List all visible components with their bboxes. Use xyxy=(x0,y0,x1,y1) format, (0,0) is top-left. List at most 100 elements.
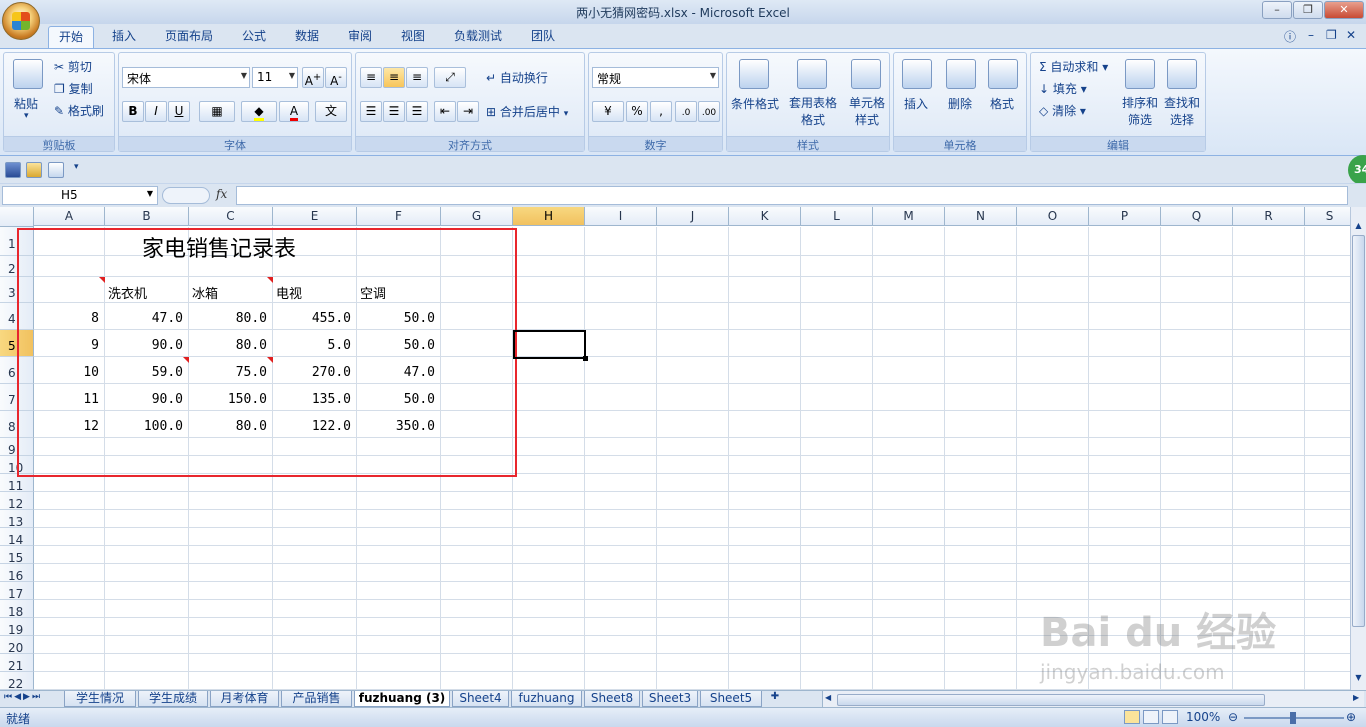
table-format-button[interactable]: 套用表格格式 xyxy=(785,95,841,129)
split-handle[interactable] xyxy=(1352,207,1365,221)
insert-function-button[interactable]: fx xyxy=(216,187,227,201)
maximize-button[interactable]: ❐ xyxy=(1293,1,1323,19)
tab-formulas[interactable]: 公式 xyxy=(234,26,274,48)
vertical-scrollbar[interactable]: ▲ ▼ xyxy=(1350,207,1366,690)
column-header-f[interactable]: F xyxy=(357,207,441,226)
column-header-i[interactable]: I xyxy=(585,207,657,226)
conditional-format-button[interactable]: 条件格式 xyxy=(731,95,779,112)
chevron-down-icon[interactable]: ▾ xyxy=(24,111,29,121)
column-header-s[interactable]: S xyxy=(1305,207,1350,226)
column-header-o[interactable]: O xyxy=(1017,207,1089,226)
customize-qat-icon[interactable]: ▾ xyxy=(74,162,79,172)
column-header-e[interactable]: E xyxy=(273,207,357,226)
column-header-g[interactable]: G xyxy=(441,207,513,226)
copy-button[interactable]: ❐ 复制 xyxy=(54,80,93,97)
sheet-tab[interactable]: Sheet8 xyxy=(584,691,640,707)
zoom-slider-thumb[interactable] xyxy=(1290,712,1296,724)
autosum-button[interactable]: Σ 自动求和 ▾ xyxy=(1039,58,1108,75)
insert-cells-icon[interactable] xyxy=(902,59,932,89)
name-box[interactable]: H5 ▼ xyxy=(2,186,158,205)
column-header-k[interactable]: K xyxy=(729,207,801,226)
decrease-indent-button[interactable]: ⇤ xyxy=(434,101,456,122)
grow-font-button[interactable]: A+ xyxy=(302,67,324,88)
row-header-15[interactable]: 15 xyxy=(0,546,34,565)
format-cells-button[interactable]: 格式 xyxy=(990,95,1014,112)
fill-color-button[interactable]: ◆ xyxy=(241,101,277,122)
column-header-c[interactable]: C xyxy=(189,207,273,226)
row-header-13[interactable]: 13 xyxy=(0,510,34,529)
number-format-select[interactable]: 常规 ▼ xyxy=(592,67,719,88)
tab-insert[interactable]: 插入 xyxy=(104,26,144,48)
phonetic-button[interactable]: 文 xyxy=(315,101,347,122)
sheet-nav-icon[interactable]: ⏮◀▶⏭ xyxy=(4,692,42,702)
decrease-decimal-button[interactable]: .00 xyxy=(698,101,720,122)
scroll-up-icon[interactable]: ▲ xyxy=(1352,221,1365,235)
font-color-button[interactable]: A xyxy=(279,101,309,122)
row-header-17[interactable]: 17 xyxy=(0,582,34,601)
column-header-j[interactable]: J xyxy=(657,207,729,226)
row-header-20[interactable]: 20 xyxy=(0,636,34,655)
normal-view-icon[interactable] xyxy=(1124,710,1140,724)
align-center-button[interactable]: ☰ xyxy=(383,101,405,122)
row-header-18[interactable]: 18 xyxy=(0,600,34,619)
align-left-button[interactable]: ☰ xyxy=(360,101,382,122)
sheet-tab[interactable]: Sheet4 xyxy=(452,691,509,707)
increase-decimal-button[interactable]: .0 xyxy=(675,101,697,122)
help-icon[interactable]: ⓘ xyxy=(1284,28,1296,45)
align-middle-button[interactable]: ≡ xyxy=(383,67,405,88)
formula-input[interactable] xyxy=(236,186,1348,205)
column-header-l[interactable]: L xyxy=(801,207,873,226)
align-bottom-button[interactable]: ≡ xyxy=(406,67,428,88)
delete-cells-icon[interactable] xyxy=(946,59,976,89)
comma-button[interactable]: , xyxy=(650,101,672,122)
zoom-in-icon[interactable]: ⊕ xyxy=(1346,710,1356,724)
binoculars-icon[interactable] xyxy=(1167,59,1197,89)
tab-home[interactable]: 开始 xyxy=(48,26,94,48)
close-button[interactable]: ✕ xyxy=(1324,1,1364,19)
row-header-21[interactable]: 21 xyxy=(0,654,34,673)
page-layout-view-icon[interactable] xyxy=(1143,710,1159,724)
wrap-text-button[interactable]: ↵ 自动换行 xyxy=(486,69,548,86)
border-button[interactable]: ▦ xyxy=(199,101,235,122)
print-icon[interactable] xyxy=(48,162,64,178)
insert-cells-button[interactable]: 插入 xyxy=(904,95,928,112)
ribbon-restore-button[interactable]: ❐ xyxy=(1326,28,1337,42)
insert-sheet-icon[interactable]: ✚ xyxy=(766,691,784,707)
currency-button[interactable]: ¥ xyxy=(592,101,624,122)
column-header-r[interactable]: R xyxy=(1233,207,1305,226)
save-icon[interactable] xyxy=(5,162,21,178)
row-header-14[interactable]: 14 xyxy=(0,528,34,547)
row-header-16[interactable]: 16 xyxy=(0,564,34,583)
column-header-h[interactable]: H xyxy=(513,207,585,226)
sheet-tab[interactable]: fuzhuang xyxy=(511,691,582,707)
italic-button[interactable]: I xyxy=(145,101,167,122)
paste-icon[interactable] xyxy=(13,59,43,89)
align-top-button[interactable]: ≡ xyxy=(360,67,382,88)
percent-button[interactable]: % xyxy=(626,101,648,122)
minimize-button[interactable]: – xyxy=(1262,1,1292,19)
shrink-font-button[interactable]: A- xyxy=(325,67,347,88)
tab-data[interactable]: 数据 xyxy=(287,26,327,48)
column-header-m[interactable]: M xyxy=(873,207,945,226)
table-format-icon[interactable] xyxy=(797,59,827,89)
tab-load-test[interactable]: 负载测试 xyxy=(446,26,510,48)
sort-filter-button[interactable]: 排序和筛选 xyxy=(1119,95,1161,129)
format-cells-icon[interactable] xyxy=(988,59,1018,89)
clear-button[interactable]: ◇ 清除 ▾ xyxy=(1039,102,1086,119)
scroll-left-icon[interactable]: ◀ xyxy=(825,693,831,702)
tab-review[interactable]: 审阅 xyxy=(340,26,380,48)
row-header-22[interactable]: 22 xyxy=(0,672,34,690)
find-select-button[interactable]: 查找和选择 xyxy=(1161,95,1203,129)
tab-page-layout[interactable]: 页面布局 xyxy=(158,26,220,48)
sheet-tab[interactable]: 学生情况 xyxy=(64,691,136,707)
cell-style-button[interactable]: 单元格样式 xyxy=(845,95,889,129)
sheet-tab[interactable]: 产品销售 xyxy=(281,691,352,707)
tab-team[interactable]: 团队 xyxy=(523,26,563,48)
column-header-q[interactable]: Q xyxy=(1161,207,1233,226)
merge-center-button[interactable]: ⊞ 合并后居中 ▾ xyxy=(486,103,568,120)
sort-filter-icon[interactable] xyxy=(1125,59,1155,89)
format-painter-button[interactable]: ✎ 格式刷 xyxy=(54,102,104,119)
tab-view[interactable]: 视图 xyxy=(393,26,433,48)
zoom-out-icon[interactable]: ⊖ xyxy=(1228,710,1238,724)
zoom-level[interactable]: 100% xyxy=(1186,710,1220,724)
